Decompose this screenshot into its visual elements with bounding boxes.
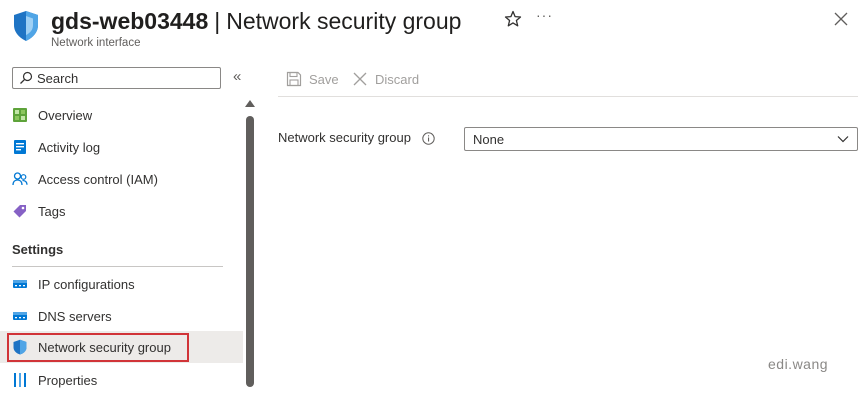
save-icon [286,71,302,87]
more-options-button[interactable]: ··· [536,7,553,23]
sidebar-item-ip-configurations[interactable]: IP configurations [0,268,243,300]
settings-section-header: Settings [12,242,64,257]
resource-menu: « Overview Activity log Access control (… [0,60,256,388]
close-icon [353,72,367,86]
ip-config-icon [13,280,27,288]
chevron-down-icon [837,136,849,143]
search-input[interactable] [37,69,217,87]
properties-icon [14,373,26,387]
title-separator: | [214,7,221,34]
sidebar-item-access-control[interactable]: Access control (IAM) [0,163,243,195]
close-icon[interactable] [832,10,850,28]
section-divider [12,266,223,267]
nsg-field-label: Network security group [278,130,411,145]
dns-icon [13,312,27,320]
blade-title: Network security group [226,7,462,34]
sidebar-item-activity-log[interactable]: Activity log [0,131,243,163]
favorite-star-icon[interactable] [503,9,523,29]
sidebar-item-properties[interactable]: Properties [0,364,243,396]
nsg-dropdown-value: None [473,132,505,147]
sidebar-item-label: Network security group [38,339,171,355]
collapse-menu-button[interactable]: « [233,69,241,85]
command-bar: Save Discard [278,62,858,96]
save-label: Save [309,71,339,87]
sidebar-item-label: Overview [38,107,93,123]
blade-header: gds-web03448 | Network security group Ne… [0,0,867,60]
overview-icon [13,108,27,122]
sidebar-item-label: IP configurations [38,276,135,292]
search-icon [20,71,33,84]
tag-icon [13,205,26,218]
info-icon[interactable] [422,132,435,145]
menu-search-box[interactable] [12,67,221,89]
shield-icon [14,11,38,41]
sidebar-item-label: DNS servers [38,308,112,324]
nsg-dropdown[interactable]: None [464,127,858,151]
save-button[interactable]: Save [286,70,339,88]
toolbar-divider [278,96,858,97]
activity-log-icon [14,140,26,154]
sidebar-item-network-security-group[interactable]: Network security group [0,331,243,363]
resource-type: Network interface [51,37,141,49]
sidebar-item-dns-servers[interactable]: DNS servers [0,300,243,332]
sidebar-item-label: Properties [38,372,98,388]
sidebar-item-label: Activity log [38,139,101,155]
discard-button[interactable]: Discard [352,70,419,88]
sidebar-item-overview[interactable]: Overview [0,99,243,131]
resource-name: gds-web03448 [51,7,209,34]
page-title: gds-web03448 | Network security group [51,5,461,37]
discard-label: Discard [375,71,420,87]
watermark: edi.wang [768,356,829,372]
people-icon [12,172,28,186]
sidebar-item-label: Access control (IAM) [38,171,158,187]
scrollbar-thumb[interactable] [246,116,254,387]
sidebar-item-label: Tags [38,203,66,219]
sidebar-item-tags[interactable]: Tags [0,195,243,227]
shield-icon [13,339,27,355]
scroll-up-arrow[interactable] [245,100,255,107]
